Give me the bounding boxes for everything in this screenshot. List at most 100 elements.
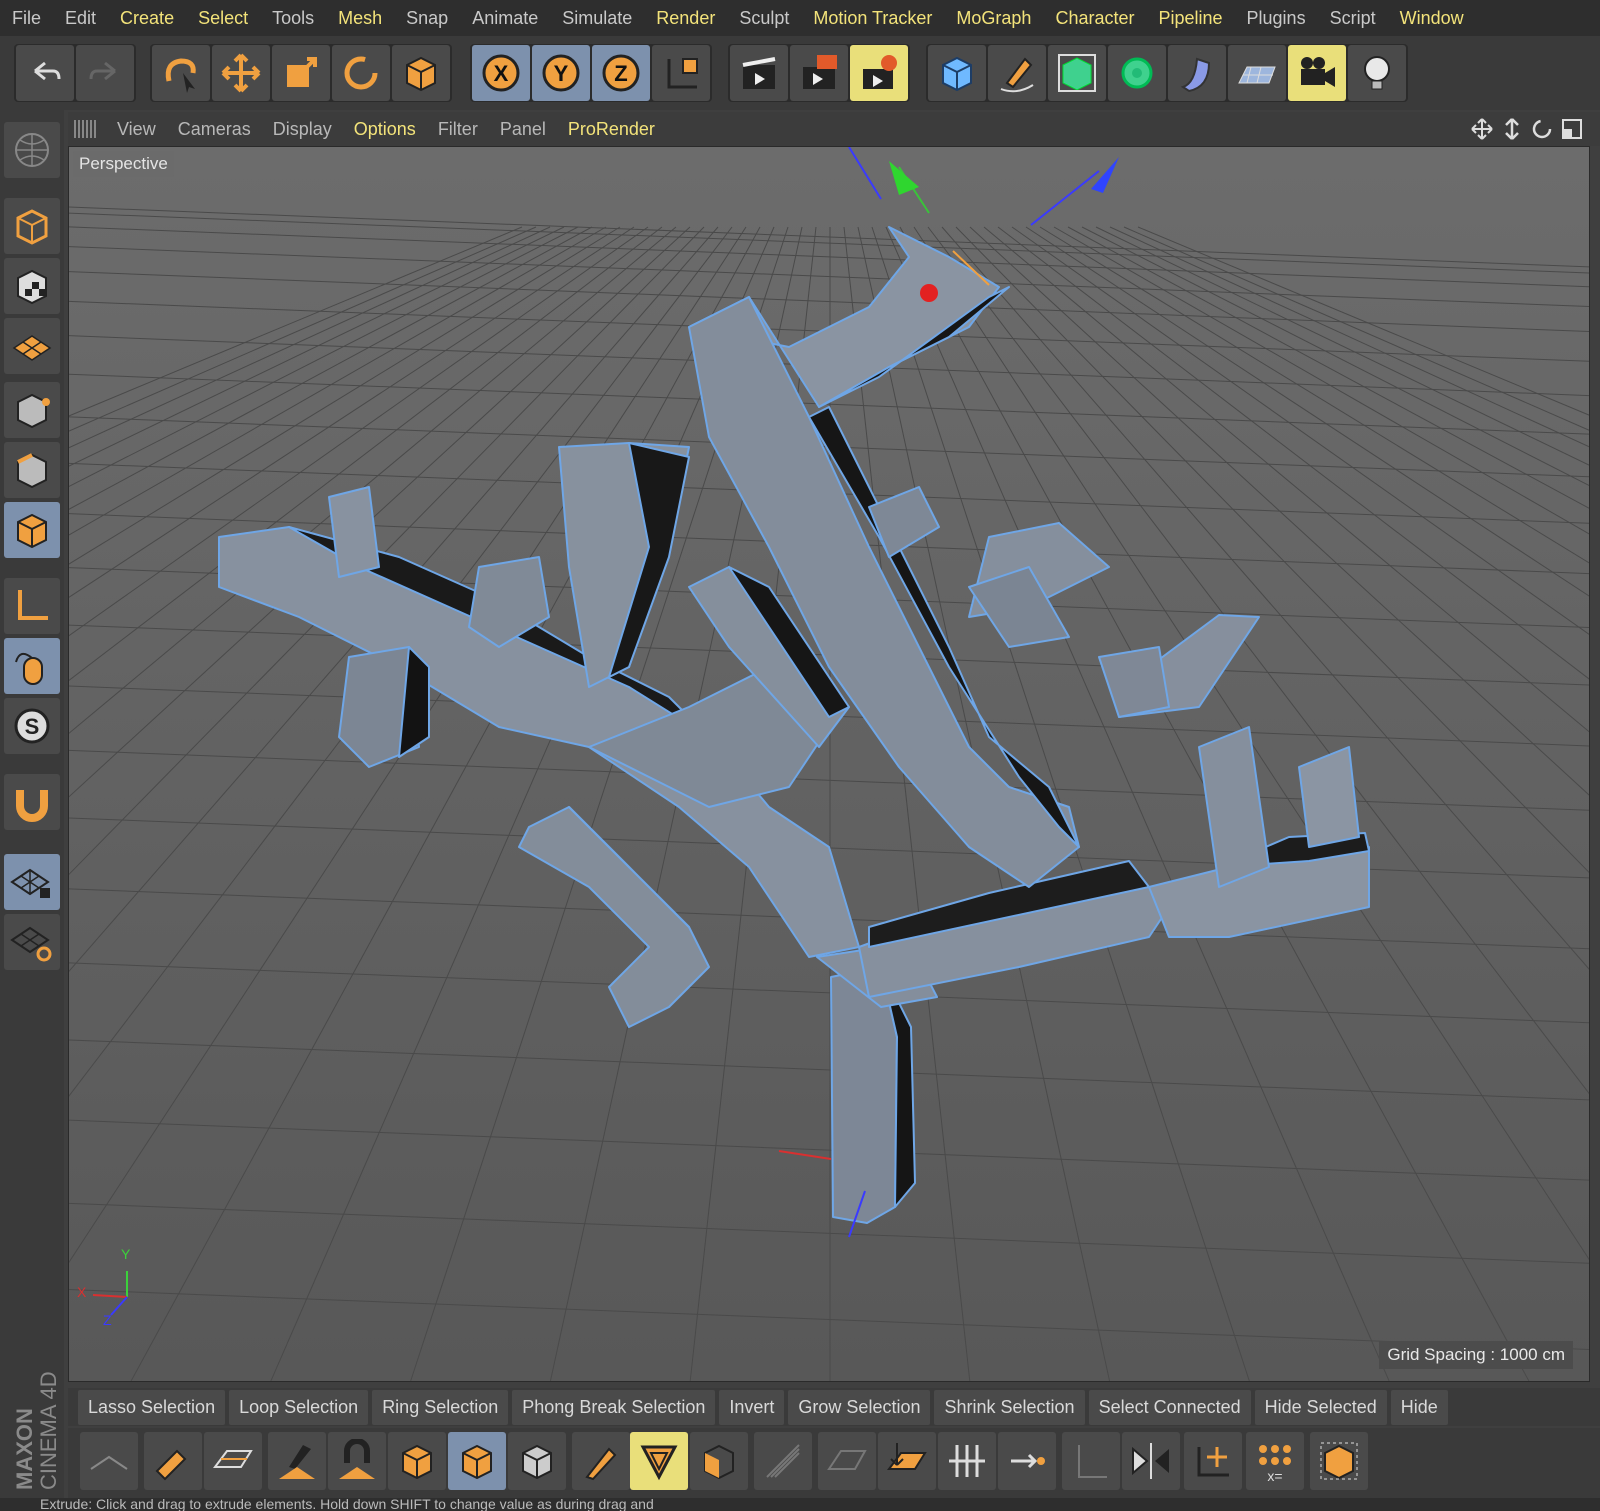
menu-file[interactable]: File xyxy=(0,8,53,29)
pan-view-icon[interactable] xyxy=(1470,117,1494,141)
brush-button[interactable] xyxy=(268,1432,326,1490)
perspective-viewport[interactable]: Y X Z Perspective Grid Spacing : 1000 cm xyxy=(68,146,1590,1382)
menu-mograph[interactable]: MoGraph xyxy=(944,8,1043,29)
bridge-button[interactable] xyxy=(690,1432,748,1490)
viewport-menu-display[interactable]: Display xyxy=(262,119,343,140)
locked-workplane-button[interactable] xyxy=(4,854,60,910)
line-cut-button[interactable] xyxy=(80,1432,138,1490)
undo-button[interactable] xyxy=(16,45,74,101)
viewport-menu-cameras[interactable]: Cameras xyxy=(167,119,262,140)
mirror-button[interactable] xyxy=(1122,1432,1180,1490)
camera-button[interactable] xyxy=(1288,45,1346,101)
center-axis-button[interactable] xyxy=(1184,1432,1242,1490)
floor-button[interactable] xyxy=(1228,45,1286,101)
viewport-menu-view[interactable]: View xyxy=(106,119,167,140)
extrude-inner-button[interactable] xyxy=(448,1432,506,1490)
scale-button[interactable] xyxy=(272,45,330,101)
invert-button[interactable]: Invert xyxy=(719,1389,785,1425)
slide-button[interactable] xyxy=(878,1432,936,1490)
tweak-mode-button[interactable] xyxy=(4,638,60,694)
viewport-menu-filter[interactable]: Filter xyxy=(427,119,489,140)
array-button[interactable]: x= xyxy=(1246,1432,1304,1490)
menu-simulate[interactable]: Simulate xyxy=(550,8,644,29)
loop-selection-button[interactable]: Loop Selection xyxy=(229,1389,369,1425)
z-axis-lock-button[interactable]: Z xyxy=(592,45,650,101)
y-axis-lock-button[interactable]: Y xyxy=(532,45,590,101)
svg-text:X: X xyxy=(494,61,509,86)
spin-edge-button[interactable] xyxy=(938,1432,996,1490)
coordinate-system-button[interactable] xyxy=(652,45,710,101)
move-icon xyxy=(221,53,261,93)
points-mode-button[interactable] xyxy=(4,382,60,438)
edges-mode-button[interactable] xyxy=(4,442,60,498)
menu-plugins[interactable]: Plugins xyxy=(1235,8,1318,29)
menu-pipeline[interactable]: Pipeline xyxy=(1146,8,1234,29)
ring-selection-button[interactable]: Ring Selection xyxy=(372,1389,509,1425)
weld-button[interactable] xyxy=(818,1432,876,1490)
bend-deformer-button[interactable] xyxy=(1168,45,1226,101)
knife-button[interactable] xyxy=(572,1432,630,1490)
magnet-tool-button[interactable] xyxy=(328,1432,386,1490)
menu-create[interactable]: Create xyxy=(108,8,186,29)
menu-sculpt[interactable]: Sculpt xyxy=(727,8,801,29)
render-picture-viewer-button[interactable] xyxy=(790,45,848,101)
texture-mode-button[interactable] xyxy=(4,258,60,314)
render-view-button[interactable] xyxy=(730,45,788,101)
solo-button[interactable]: S xyxy=(4,698,60,754)
grow-selection-button[interactable]: Grow Selection xyxy=(788,1389,931,1425)
connect-objects-button[interactable] xyxy=(1310,1432,1368,1490)
menu-edit[interactable]: Edit xyxy=(53,8,108,29)
phong-break-selection-button[interactable]: Phong Break Selection xyxy=(512,1389,716,1425)
rotate-button[interactable] xyxy=(332,45,390,101)
viewport-menu-prorender[interactable]: ProRender xyxy=(557,119,666,140)
set-point-value-button[interactable] xyxy=(998,1432,1056,1490)
matrix-extrude-button[interactable] xyxy=(508,1432,566,1490)
lasso-selection-button[interactable]: Lasso Selection xyxy=(78,1389,226,1425)
workplane-button[interactable] xyxy=(4,122,60,178)
stitch-button[interactable] xyxy=(754,1432,812,1490)
menu-render[interactable]: Render xyxy=(644,8,727,29)
live-selection-button[interactable] xyxy=(152,45,210,101)
subdivision-surface-button[interactable] xyxy=(1048,45,1106,101)
menu-script[interactable]: Script xyxy=(1318,8,1388,29)
bevel-button[interactable] xyxy=(630,1432,688,1490)
viewport-menu-panel[interactable]: Panel xyxy=(489,119,557,140)
menu-mesh[interactable]: Mesh xyxy=(326,8,394,29)
cloner-button[interactable] xyxy=(1108,45,1166,101)
knife-plane-button[interactable] xyxy=(204,1432,262,1490)
x-axis-lock-button[interactable]: X xyxy=(472,45,530,101)
extrude-button[interactable] xyxy=(388,1432,446,1490)
pen-button[interactable] xyxy=(988,45,1046,101)
viewport-menu-options[interactable]: Options xyxy=(343,119,427,140)
light-button[interactable] xyxy=(1348,45,1406,101)
zoom-view-icon[interactable] xyxy=(1500,117,1524,141)
workplane-mode-button[interactable] xyxy=(4,318,60,374)
menu-character[interactable]: Character xyxy=(1043,8,1146,29)
align-normals-button[interactable] xyxy=(1062,1432,1120,1490)
menu-snap[interactable]: Snap xyxy=(394,8,460,29)
render-settings-button[interactable] xyxy=(850,45,908,101)
cube-button[interactable] xyxy=(928,45,986,101)
menu-animate[interactable]: Animate xyxy=(460,8,550,29)
hide-button[interactable]: Hide xyxy=(1390,1389,1448,1425)
hide-selected-button[interactable]: Hide Selected xyxy=(1254,1389,1387,1425)
move-button[interactable] xyxy=(212,45,270,101)
viewport-grip-icon xyxy=(74,120,98,138)
menu-motion-tracker[interactable]: Motion Tracker xyxy=(801,8,944,29)
redo-button[interactable] xyxy=(76,45,134,101)
shrink-selection-button[interactable]: Shrink Selection xyxy=(934,1389,1085,1425)
polygon-pen-button[interactable] xyxy=(144,1432,202,1490)
model-mode-button[interactable] xyxy=(4,198,60,254)
recent-object-button[interactable] xyxy=(392,45,450,101)
maximize-view-icon[interactable] xyxy=(1560,117,1584,141)
polygons-mode-button[interactable] xyxy=(4,502,60,558)
axis-mode-button[interactable] xyxy=(4,578,60,634)
select-connected-button[interactable]: Select Connected xyxy=(1088,1389,1251,1425)
snap-button[interactable] xyxy=(4,774,60,830)
selected-point-marker[interactable] xyxy=(920,284,938,302)
planar-workplane-button[interactable] xyxy=(4,914,60,970)
rotate-view-icon[interactable] xyxy=(1530,117,1554,141)
menu-select[interactable]: Select xyxy=(186,8,260,29)
menu-window[interactable]: Window xyxy=(1388,8,1476,29)
menu-tools[interactable]: Tools xyxy=(260,8,326,29)
